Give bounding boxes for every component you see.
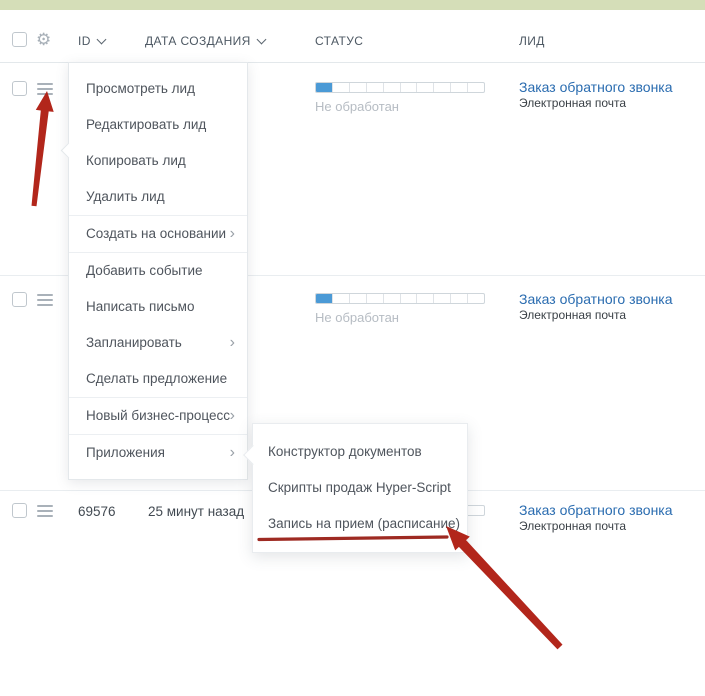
menu-item-write-email[interactable]: Написать письмо bbox=[69, 289, 247, 325]
row-actions-menu-icon[interactable] bbox=[37, 505, 53, 517]
lead-title-link[interactable]: Заказ обратного звонка bbox=[519, 502, 673, 518]
menu-item-create-based-on[interactable]: Создать на основании › bbox=[69, 216, 247, 252]
row-actions-menu-icon[interactable] bbox=[37, 83, 53, 95]
top-accent-bar bbox=[0, 0, 705, 10]
submenu-item-appointment-schedule[interactable]: Запись на прием (расписание) bbox=[253, 506, 467, 542]
column-header-status-label: СТАТУС bbox=[315, 34, 364, 48]
column-header-lead[interactable]: ЛИД bbox=[519, 34, 545, 48]
menu-item-label: Удалить лид bbox=[86, 189, 165, 204]
column-header-created-label: ДАТА СОЗДАНИЯ bbox=[145, 34, 251, 48]
menu-item-label: Новый бизнес-процесс bbox=[86, 408, 231, 423]
menu-item-applications[interactable]: Приложения › bbox=[69, 435, 247, 471]
column-header-status[interactable]: СТАТУС bbox=[315, 34, 363, 48]
column-header-id[interactable]: ID bbox=[78, 34, 107, 48]
menu-item-label: Сделать предложение bbox=[86, 371, 228, 386]
row-checkbox[interactable] bbox=[12, 503, 27, 518]
menu-item-edit-lead[interactable]: Редактировать лид bbox=[69, 107, 247, 143]
status-progress-bar bbox=[315, 82, 485, 93]
annotation-arrow-to-burger-icon bbox=[31, 91, 54, 207]
menu-item-label: Приложения bbox=[86, 445, 165, 460]
grid-header: ⚙ ID ДАТА СОЗДАНИЯ СТАТУС ЛИД bbox=[0, 23, 705, 63]
menu-item-label: Скрипты продаж Hyper-Script bbox=[268, 480, 451, 495]
lead-title-link[interactable]: Заказ обратного звонка bbox=[519, 79, 673, 95]
lead-source-label: Электронная почта bbox=[519, 96, 627, 110]
column-header-id-label: ID bbox=[78, 34, 91, 48]
submenu-item-sales-scripts[interactable]: Скрипты продаж Hyper-Script bbox=[253, 470, 467, 506]
menu-item-label: Запись на прием (расписание) bbox=[268, 516, 461, 531]
menu-item-label: Создать на основании bbox=[86, 226, 227, 241]
submenu-arrow-icon: › bbox=[229, 444, 235, 461]
lead-id-cell: 69576 bbox=[78, 504, 116, 519]
submenu-arrow-icon: › bbox=[229, 225, 235, 242]
grid-settings-gear-icon[interactable]: ⚙ bbox=[36, 31, 51, 48]
menu-item-schedule[interactable]: Запланировать › bbox=[69, 325, 247, 361]
menu-item-copy-lead[interactable]: Копировать лид bbox=[69, 143, 247, 179]
sort-chevron-icon bbox=[256, 34, 267, 45]
created-date-cell: 25 минут назад bbox=[148, 504, 245, 519]
menu-item-label: Просмотреть лид bbox=[86, 81, 195, 96]
applications-submenu: Конструктор документов Скрипты продаж Hy… bbox=[243, 423, 468, 553]
menu-item-new-business-process[interactable]: Новый бизнес-процесс › bbox=[69, 398, 247, 434]
submenu-arrow-icon: › bbox=[229, 407, 235, 424]
row-checkbox[interactable] bbox=[12, 292, 27, 307]
menu-item-delete-lead[interactable]: Удалить лид bbox=[69, 179, 247, 215]
row-context-menu: Просмотреть лид Редактировать лид Копиро… bbox=[60, 62, 248, 480]
menu-item-view-lead[interactable]: Просмотреть лид bbox=[69, 71, 247, 107]
menu-item-label: Добавить событие bbox=[86, 263, 203, 278]
column-header-created[interactable]: ДАТА СОЗДАНИЯ bbox=[145, 34, 267, 48]
submenu-item-document-builder[interactable]: Конструктор документов bbox=[253, 434, 467, 470]
lead-source-label: Электронная почта bbox=[519, 308, 627, 322]
column-header-lead-label: ЛИД bbox=[519, 34, 545, 48]
menu-item-label: Конструктор документов bbox=[268, 444, 422, 459]
menu-item-label: Написать письмо bbox=[86, 299, 195, 314]
select-all-checkbox[interactable] bbox=[12, 32, 27, 47]
menu-item-label: Редактировать лид bbox=[86, 117, 207, 132]
menu-item-add-event[interactable]: Добавить событие bbox=[69, 253, 247, 289]
row-actions-menu-icon[interactable] bbox=[37, 294, 53, 306]
lead-title-link[interactable]: Заказ обратного звонка bbox=[519, 291, 673, 307]
lead-source-label: Электронная почта bbox=[519, 519, 627, 533]
sort-chevron-icon bbox=[96, 34, 107, 45]
row-checkbox[interactable] bbox=[12, 81, 27, 96]
status-label: Не обработан bbox=[315, 99, 399, 114]
status-progress-bar bbox=[315, 293, 485, 304]
status-label: Не обработан bbox=[315, 310, 399, 325]
menu-item-label: Копировать лид bbox=[86, 153, 186, 168]
menu-item-label: Запланировать bbox=[86, 335, 182, 350]
submenu-arrow-icon: › bbox=[229, 334, 235, 351]
crm-lead-list-screen: ⚙ ID ДАТА СОЗДАНИЯ СТАТУС ЛИД Не обработ… bbox=[0, 0, 705, 696]
menu-item-make-offer[interactable]: Сделать предложение bbox=[69, 361, 247, 397]
